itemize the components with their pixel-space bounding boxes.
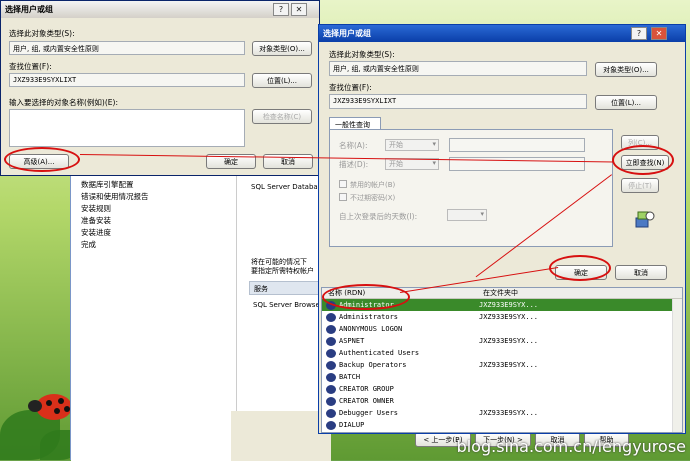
col-name-header[interactable]: 名称 (RDN)	[322, 288, 479, 298]
help-button[interactable]: ?	[273, 3, 289, 16]
results-body: Administrator JXZ933E9SYX... Administrator…	[322, 299, 682, 431]
user-icon	[326, 348, 336, 358]
results-header: 名称 (RDN) 在文件夹中	[322, 288, 682, 299]
name-starts-combo[interactable]: 开始	[385, 139, 439, 151]
step-item: 安装进度	[81, 228, 111, 237]
ok-button[interactable]: 确定	[555, 265, 607, 280]
result-folder: JXZ933E9SYX...	[479, 313, 539, 321]
location-field: JXZ933E9SYXLIXT	[9, 73, 245, 87]
result-name: Backup Operators	[339, 361, 407, 369]
location-label: 查找位置(F):	[9, 62, 52, 71]
table-row[interactable]: DIALUP	[322, 419, 682, 431]
installer-window: 数据库引擎配置 错误和使用情况报告 安装规则 准备安装 安装进度 完成 SQL …	[70, 170, 331, 461]
step-item: 准备安装	[81, 216, 111, 225]
user-icon	[326, 372, 336, 382]
close-button[interactable]: ✕	[291, 3, 307, 16]
description-label: 描述(D):	[339, 160, 369, 169]
help-button[interactable]: ?	[631, 27, 647, 40]
watermark: blog.sina.com.cn/lengyurose	[456, 437, 686, 456]
days-since-logon-combo[interactable]	[447, 209, 487, 221]
step-item: 错误和使用情况报告	[81, 192, 149, 201]
scrollbar[interactable]	[672, 299, 682, 432]
user-icon	[326, 420, 336, 430]
result-name: BATCH	[339, 373, 361, 381]
user-icon	[326, 336, 336, 346]
user-icon	[326, 408, 336, 418]
name-label: 名称(A):	[339, 141, 368, 150]
table-row[interactable]: Administrators JXZ933E9SYX...	[322, 311, 682, 323]
table-row[interactable]: Authenticated Users	[322, 347, 682, 359]
cancel-button[interactable]: 取消	[615, 265, 667, 280]
user-icon	[326, 360, 336, 370]
search-icon	[634, 208, 656, 230]
object-types-button[interactable]: 对象类型(O)...	[252, 41, 312, 56]
object-names-input[interactable]	[9, 109, 245, 147]
table-row[interactable]: CREATOR GROUP	[322, 383, 682, 395]
location-field: JXZ933E9SYXLIXT	[329, 94, 587, 109]
installer-steps: 数据库引擎配置 错误和使用情况报告 安装规则 准备安装 安装进度 完成	[81, 179, 149, 251]
locations-button[interactable]: 位置(L)...	[252, 73, 312, 88]
disabled-accounts-checkbox[interactable]: 禁用的帐户(B)	[339, 180, 395, 190]
close-button[interactable]: ✕	[651, 27, 667, 40]
result-folder: JXZ933E9SYX...	[479, 301, 539, 309]
locations-button[interactable]: 位置(L)...	[595, 95, 657, 110]
advanced-button[interactable]: 高级(A)...	[9, 154, 69, 169]
result-name: ANONYMOUS LOGON	[339, 325, 403, 333]
step-item: 完成	[81, 240, 96, 249]
stop-button[interactable]: 停止(T)	[621, 178, 659, 193]
result-name: Administrators	[339, 313, 399, 321]
result-name: CREATOR OWNER	[339, 397, 394, 405]
days-since-logon-label: 自上次登录后的天数(I):	[339, 212, 418, 221]
result-folder: JXZ933E9SYX...	[479, 361, 539, 369]
table-row[interactable]: ANONYMOUS LOGON	[322, 323, 682, 335]
service-row[interactable]: SQL Server Browser	[253, 301, 323, 309]
dialog-title: 选择用户或组	[5, 5, 53, 14]
object-type-label: 选择此对象类型(S):	[9, 29, 75, 38]
result-name: Authenticated Users	[339, 349, 420, 357]
user-icon	[326, 312, 336, 322]
info-text: 要指定所需特权帐户	[251, 267, 314, 275]
title-bar: 选择用户或组	[1, 1, 319, 18]
user-icon	[326, 300, 336, 310]
col-service: 服务	[254, 285, 268, 293]
table-row[interactable]: Administrator JXZ933E9SYX...	[322, 299, 682, 311]
checkbox-label: 不过期密码(X)	[350, 194, 396, 202]
nonexpiring-password-checkbox[interactable]: 不过期密码(X)	[339, 193, 395, 203]
result-name: CREATOR GROUP	[339, 385, 394, 393]
result-name: DIALUP	[339, 421, 365, 429]
result-name: ASPNET	[339, 337, 365, 345]
checkbox-label: 禁用的帐户(B)	[350, 181, 396, 189]
result-name: Administrator	[339, 301, 394, 309]
object-type-label: 选择此对象类型(S):	[329, 50, 395, 59]
step-item: 数据库引擎配置	[81, 180, 134, 189]
check-names-button[interactable]: 检查名称(C)	[252, 109, 312, 124]
select-user-dialog-advanced: 选择用户或组 ? ✕ 选择此对象类型(S): 用户, 组, 或内置安全性原则 对…	[318, 24, 686, 434]
object-types-button[interactable]: 对象类型(O)...	[595, 62, 657, 77]
ladybug-image	[28, 390, 72, 420]
result-name: Debugger Users	[339, 409, 399, 417]
object-type-field: 用户, 组, 或内置安全性原则	[9, 41, 245, 55]
table-row[interactable]: ASPNET JXZ933E9SYX...	[322, 335, 682, 347]
table-row[interactable]: Debugger Users JXZ933E9SYX...	[322, 407, 682, 419]
object-type-field: 用户, 组, 或内置安全性原则	[329, 61, 587, 76]
result-folder: JXZ933E9SYX...	[479, 337, 539, 345]
result-folder: JXZ933E9SYX...	[479, 409, 539, 417]
user-icon	[326, 324, 336, 334]
name-query-input[interactable]	[449, 138, 585, 152]
user-icon	[326, 384, 336, 394]
columns-button[interactable]: 列(C)...	[621, 135, 659, 150]
table-row[interactable]: BATCH	[322, 371, 682, 383]
user-icon	[326, 396, 336, 406]
step-item: 安装规则	[81, 204, 111, 213]
location-label: 查找位置(F):	[329, 83, 372, 92]
table-row[interactable]: Backup Operators JXZ933E9SYX...	[322, 359, 682, 371]
select-user-dialog-basic: 选择用户或组 ? ✕ 选择此对象类型(S): 用户, 组, 或内置安全性原则 对…	[0, 0, 320, 176]
find-now-button[interactable]: 立即查找(N)	[621, 155, 669, 170]
service-text: SQL Server Databas	[251, 183, 322, 191]
table-row[interactable]: CREATOR OWNER	[322, 395, 682, 407]
col-folder-header[interactable]: 在文件夹中	[479, 288, 518, 298]
dialog-title: 选择用户或组	[323, 29, 371, 38]
enter-names-label: 输入要选择的对象名称(例如)(E):	[9, 98, 118, 107]
search-results-list: 名称 (RDN) 在文件夹中 Administrator JXZ933E9SYX.…	[321, 287, 683, 433]
